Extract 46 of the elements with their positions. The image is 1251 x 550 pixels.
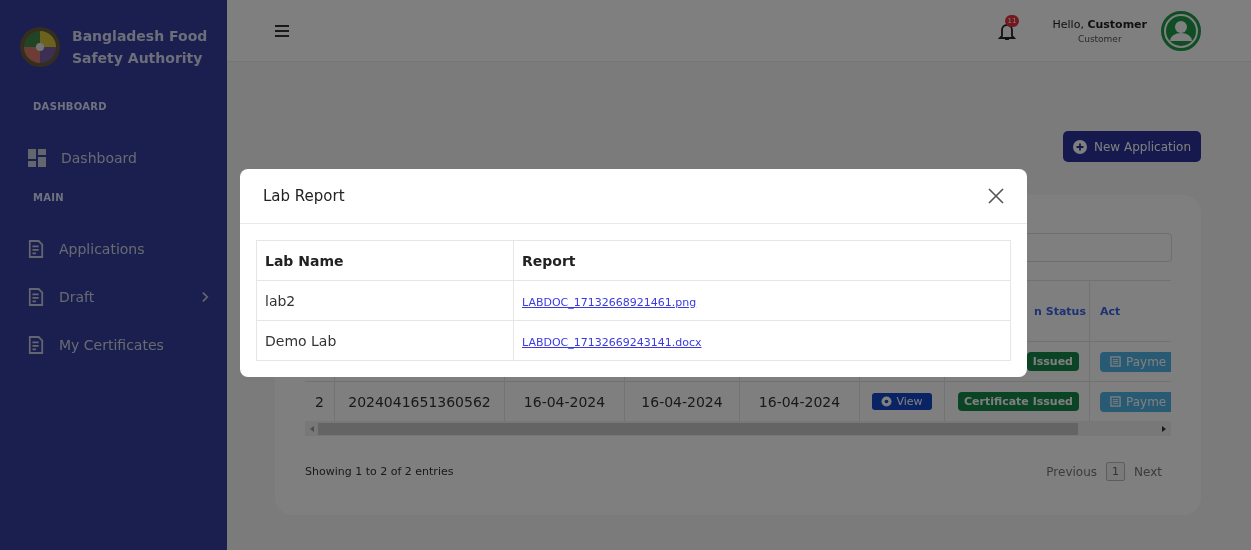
table-cell: 2024041651360562 [348,393,491,410]
brand-name: Bangladesh Food Safety Authority [72,27,209,68]
report-link[interactable]: LABDOC_17132669243141.docx [522,335,702,349]
table-cell: lab2 [256,280,514,321]
section-heading: DASHBOARD [32,101,108,112]
logo-icon [19,26,61,68]
page-button[interactable]: 1 [1106,462,1126,481]
document-icon [28,288,44,306]
eye-icon [881,396,893,407]
dashboard-icon [28,149,46,167]
menu-icon[interactable] [275,24,289,37]
table-cell: 16-04-2024 [523,393,606,410]
column-header: Lab Name [256,240,514,281]
entries-info: Showing 1 to 2 of 2 entries [305,465,454,478]
table-cell: 16-04-2024 [758,393,841,410]
nav-item[interactable]: My Certificates [0,321,227,369]
nav-item[interactable]: Dashboard [0,134,227,182]
section-heading: MAIN [32,192,65,203]
receipt-icon [1110,356,1121,367]
payment-button[interactable]: Payme [1100,351,1171,372]
payment-button[interactable]: Payme [1100,391,1171,412]
dialog-title: Lab Report [263,187,345,205]
nav-item[interactable]: Draft [0,273,227,321]
status-badge: Issued [1026,352,1079,371]
column-header: n Status [1034,304,1086,318]
table-cell: 2 [315,393,324,410]
avatar-icon[interactable] [1161,10,1201,51]
next-link[interactable]: Next [1134,464,1162,479]
close-icon[interactable] [988,188,1004,204]
user-role: Customer [1077,33,1122,44]
document-icon [28,336,44,354]
receipt-icon [1110,396,1121,407]
greeting: Hello, Customer [1052,17,1147,31]
status-badge: Certificate Issued [958,392,1079,411]
view-button[interactable]: View [872,393,932,410]
report-link[interactable]: LABDOC_17132668921461.png [522,295,697,309]
table-cell: Demo Lab [256,320,514,361]
new-application-button[interactable]: New Application [1062,131,1201,162]
nav-item[interactable]: Applications [0,225,227,273]
column-header: Report [513,240,1011,281]
previous-link[interactable]: Previous [1046,464,1098,479]
table-cell: 16-04-2024 [641,393,723,410]
document-icon [28,240,44,258]
plus-icon [1072,139,1087,154]
column-header: Act [1100,304,1121,318]
horizontal-scrollbar[interactable] [305,421,1171,436]
